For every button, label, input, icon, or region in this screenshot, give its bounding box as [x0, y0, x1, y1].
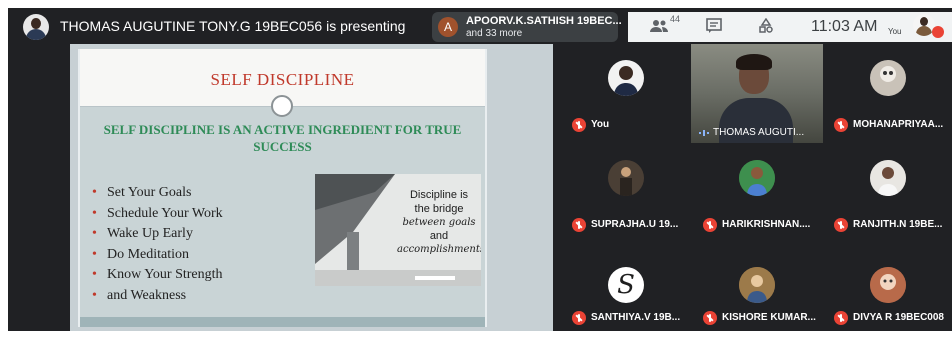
- meeting-controls: 44 11:03 AM You: [628, 12, 952, 42]
- mic-off-icon: [572, 311, 586, 325]
- clock: 11:03 AM: [811, 18, 878, 35]
- participant-name: SUPRAJHA.U 19...: [591, 219, 679, 230]
- participant-name: MOHANAPRIYAA...: [853, 119, 944, 130]
- participant-tile[interactable]: SUPRAJHA.U 19...: [568, 144, 684, 238]
- presenter-avatar: [23, 14, 49, 40]
- quote-text: Discipline is the bridge between goals a…: [397, 189, 481, 257]
- mic-off-icon: [572, 118, 586, 132]
- slide-decoration-circle: [271, 95, 293, 117]
- mic-off-icon: [572, 218, 586, 232]
- mic-off-icon: [932, 26, 944, 38]
- bridge-quote-image: Discipline is the bridge between goals a…: [315, 174, 481, 286]
- activities-icon[interactable]: [758, 17, 774, 39]
- participant-avatar: [870, 60, 906, 96]
- mic-off-icon: [834, 118, 848, 132]
- participant-tile[interactable]: HARIKRISHNAN....: [699, 144, 815, 238]
- quote-line: and: [429, 229, 449, 242]
- presentation-area: SELF DISCIPLINE SELF DISCIPLINE IS AN AC…: [70, 44, 553, 331]
- participant-avatar: [739, 160, 775, 196]
- participant-tile[interactable]: MOHANAPRIYAA...: [830, 44, 946, 138]
- self-label: You: [888, 27, 902, 36]
- mic-off-icon: [834, 311, 848, 325]
- participant-name: You: [591, 119, 610, 130]
- avatar-head: [31, 18, 41, 29]
- participant-name: DIVYA R 19BEC008: [853, 312, 944, 323]
- participant-preview-name: APOORV.K.SATHISH 19BEC...: [466, 15, 622, 27]
- slide: SELF DISCIPLINE SELF DISCIPLINE IS AN AC…: [78, 49, 487, 327]
- bullet-item: Schedule Your Work: [92, 204, 223, 225]
- bullet-item: Set Your Goals: [92, 183, 223, 204]
- participant-video-tile[interactable]: THOMAS AUGUTI...: [691, 44, 823, 143]
- bullet-item: Wake Up Early: [92, 224, 223, 245]
- top-bar: THOMAS AUGUTINE TONY.G 19BEC056 is prese…: [8, 8, 952, 44]
- participant-name: THOMAS AUGUTI...: [713, 127, 805, 138]
- video-person-hair: [736, 54, 772, 70]
- presenting-label: THOMAS AUGUTINE TONY.G 19BEC056 is prese…: [60, 18, 406, 34]
- meet-window: THOMAS AUGUTINE TONY.G 19BEC056 is prese…: [8, 8, 952, 331]
- participant-initial-avatar: A: [438, 17, 458, 37]
- people-icon[interactable]: [650, 18, 670, 39]
- sound-wave-icon: [699, 130, 709, 136]
- participant-count: 44: [670, 14, 681, 24]
- avatar-head: [920, 17, 928, 26]
- participant-preview-more: and 33 more: [466, 28, 523, 39]
- participant-name: RANJITH.N 19BE...: [853, 219, 943, 230]
- mic-off-icon: [703, 311, 717, 325]
- participant-avatar: [870, 267, 906, 303]
- slide-footer-bar: [80, 317, 485, 327]
- slide-subtitle: SELF DISCIPLINE IS AN ACTIVE INGREDIENT …: [103, 122, 462, 154]
- participant-name: SANTHIYA.V 19B...: [591, 312, 681, 323]
- participant-tile[interactable]: DIVYA R 19BEC008: [830, 237, 946, 331]
- participant-avatar: [870, 160, 906, 196]
- avatar-body: [26, 29, 46, 40]
- participant-avatar: [608, 60, 644, 96]
- slide-title: SELF DISCIPLINE: [210, 70, 355, 89]
- participant-preview-chip[interactable]: A APOORV.K.SATHISH 19BEC... and 33 more: [432, 12, 622, 42]
- participant-tile[interactable]: KISHORE KUMAR...: [699, 237, 816, 331]
- quote-line: Discipline is: [409, 189, 469, 201]
- bullet-item: Do Meditation: [92, 245, 223, 266]
- mic-off-icon: [703, 218, 717, 232]
- bullet-item: Know Your Strength: [92, 265, 223, 286]
- participant-tile[interactable]: You: [568, 44, 684, 138]
- participant-name: HARIKRISHNAN....: [722, 219, 811, 230]
- mic-off-icon: [834, 218, 848, 232]
- avatar-body: [916, 26, 932, 36]
- participant-name: KISHORE KUMAR...: [722, 312, 816, 323]
- participant-tile[interactable]: S SANTHIYA.V 19B...: [568, 237, 684, 331]
- slide-bullet-list: Set Your Goals Schedule Your Work Wake U…: [92, 183, 223, 307]
- participant-avatar: S: [608, 267, 644, 303]
- participant-avatar: [608, 160, 644, 196]
- chat-icon[interactable]: [706, 18, 722, 39]
- participant-avatar: [739, 267, 775, 303]
- participant-tile[interactable]: RANJITH.N 19BE...: [830, 144, 946, 238]
- quote-line: the bridge: [414, 202, 464, 215]
- quote-line: accomplishments: [397, 244, 481, 255]
- bullet-continuation: and Weakness: [92, 286, 223, 307]
- quote-line: between goals: [402, 217, 476, 228]
